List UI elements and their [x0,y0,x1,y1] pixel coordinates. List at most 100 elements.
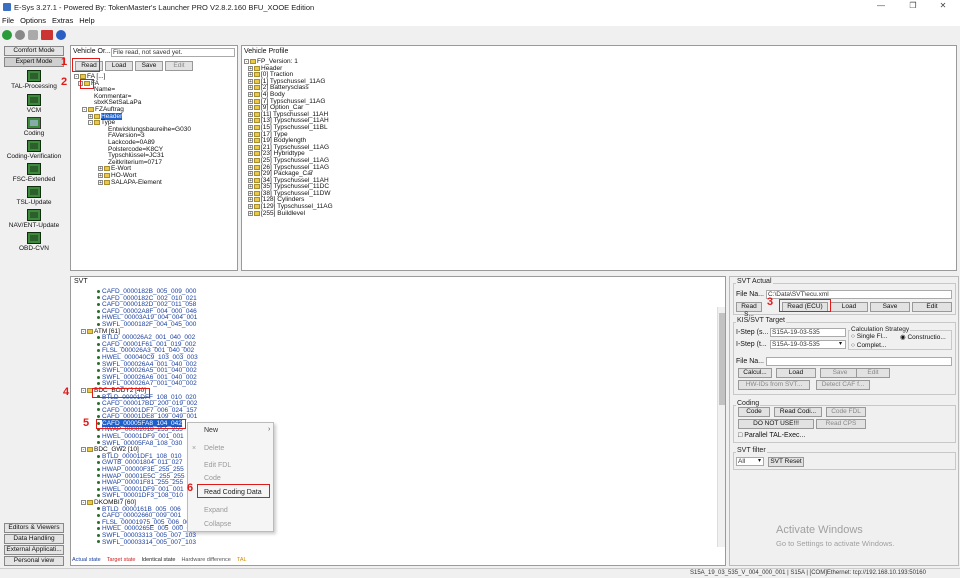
expand-icon[interactable]: + [248,111,253,117]
menu-extras[interactable]: Extras [52,16,73,25]
restore-icon[interactable]: ❐ [898,1,928,10]
load-svt-button[interactable]: Load [830,302,868,312]
profile-item[interactable]: + [15] Typschussel_11BL [244,124,333,132]
context-delete[interactable]: Delete [204,445,224,452]
expand-icon[interactable]: + [248,118,253,124]
context-collapse[interactable]: Collapse [204,521,231,528]
chevron-down-icon[interactable]: ▾ [758,457,761,464]
read-coding-button[interactable]: Read Codi... [774,407,822,417]
calculate-button[interactable]: Calcul... [738,368,772,378]
expand-icon[interactable]: + [248,177,253,183]
profile-item[interactable]: + [255] Buildlevel [244,210,333,218]
sidebar-item-tsl-update[interactable]: TSL-Update [2,186,66,206]
code-button[interactable]: Code [738,407,770,417]
settings-icon[interactable] [28,30,38,40]
expand-icon[interactable]: + [248,105,253,111]
do-not-use-button[interactable]: DO NOT USE!!! [738,419,814,429]
disconnect-icon[interactable] [15,30,25,40]
personal-view-button[interactable]: Personal view [4,556,64,566]
profile-item[interactable]: + [2] Batterysclass [244,85,333,92]
radio-complete[interactable]: ○ Complet... [851,342,886,349]
istep-s-select[interactable]: S15A-19-03-535 [770,328,846,337]
radio-icon[interactable]: ○ [851,333,855,340]
collapse-icon[interactable]: - [81,500,86,506]
expand-icon[interactable]: + [248,190,253,196]
tree-node[interactable]: + SALAPA-Element [74,179,191,187]
expand-icon[interactable]: + [248,124,253,130]
menu-help[interactable]: Help [79,16,94,25]
edit-fa-button[interactable]: Edit [165,61,193,71]
parallel-tal-checkbox[interactable]: □ Parallel TAL-Exec... [738,432,805,439]
menu-file[interactable]: File [2,16,14,25]
checkbox-icon[interactable]: □ [738,432,742,439]
kis-file-input[interactable] [766,357,952,366]
sidebar-item-coding[interactable]: Coding [2,117,66,137]
expand-icon[interactable]: + [98,166,103,172]
load-fa-button[interactable]: Load [105,61,133,71]
collapse-icon[interactable]: - [74,74,79,80]
tree-node[interactable]: + Header [74,112,191,121]
svt-scrollbar[interactable] [717,307,725,547]
expand-icon[interactable]: + [248,91,253,97]
close-icon[interactable]: ✕ [928,1,958,10]
radio-construction[interactable]: ◉ Constructio... [900,333,946,341]
expand-icon[interactable]: + [88,113,93,119]
collapse-icon[interactable]: - [88,120,93,126]
external-applications-button[interactable]: External Applicati... [4,545,64,555]
help-icon[interactable] [56,30,66,40]
radio-single-flash[interactable]: ○ Single Fl... [851,333,887,340]
svt-entry[interactable]: SWFL_00003314_005_007_103 [81,539,198,547]
expand-icon[interactable]: + [248,157,253,163]
expand-icon[interactable]: + [248,210,253,216]
context-code[interactable]: Code [204,475,221,482]
save-kis-button[interactable]: Save [820,368,860,378]
code-fdl-button[interactable]: Code FDL [826,407,866,417]
chevron-down-icon[interactable]: ▾ [839,340,842,347]
svt-actual-file-input[interactable]: C:\Data\SVT\ecu.xml [766,290,952,299]
expand-icon[interactable]: + [248,78,253,84]
expand-icon[interactable]: + [98,179,103,185]
istep-t-select[interactable]: S15A-19-03-535 [770,340,846,349]
expand-icon[interactable]: + [248,164,253,170]
menu-options[interactable]: Options [20,16,46,25]
expand-icon[interactable]: + [248,144,253,150]
sidebar-item-tal-processing[interactable]: TAL-Processing [2,70,66,90]
svt-reset-button[interactable]: SVT Reset [768,457,804,467]
read-svt-button[interactable]: Read S... [736,302,762,318]
collapse-icon[interactable]: - [81,447,86,453]
collapse-icon[interactable]: - [244,59,249,65]
minimize-icon[interactable]: — [866,1,896,10]
data-handling-button[interactable]: Data Handling [4,534,64,544]
editors-viewers-button[interactable]: Editors & Viewers [4,523,64,533]
load-kis-button[interactable]: Load [776,368,816,378]
edit-svt-button[interactable]: Edit [912,302,952,312]
save-svt-button[interactable]: Save [870,302,910,312]
screen-icon[interactable] [41,30,53,40]
radio-icon[interactable]: ○ [851,342,855,349]
sidebar-item-fsc-extended[interactable]: FSC-Extended [2,163,66,183]
expert-mode-button[interactable]: Expert Mode [4,57,64,67]
detect-caf-button[interactable]: Detect CAF f... [816,380,870,390]
sidebar-item-nav-ent-update[interactable]: NAV/ENT-Update [2,209,66,229]
collapse-icon[interactable]: - [81,387,86,393]
expand-icon[interactable]: + [248,138,253,144]
comfort-mode-button[interactable]: Comfort Mode [4,46,64,56]
sidebar-item-coding-verification[interactable]: Coding-Verification [2,140,66,160]
expand-icon[interactable]: + [248,204,253,210]
save-fa-button[interactable]: Save [135,61,163,71]
collapse-icon[interactable]: - [82,106,87,112]
hw-ids-button[interactable]: HW-IDs from SVT... [738,380,810,390]
connect-icon[interactable] [2,30,12,40]
expand-icon[interactable]: + [248,98,253,104]
scrollbar-thumb[interactable] [719,313,725,405]
expand-icon[interactable]: + [98,172,103,178]
expand-icon[interactable]: + [248,151,253,157]
expand-icon[interactable]: + [248,184,253,190]
expand-icon[interactable]: + [248,72,253,78]
expand-icon[interactable]: + [248,171,253,177]
radio-selected-icon[interactable]: ◉ [900,334,906,341]
sidebar-item-vcm[interactable]: VCM [2,94,66,114]
context-expand[interactable]: Expand [204,507,228,514]
expand-icon[interactable]: + [248,85,253,91]
tree-node[interactable]: - FZAuftrag [74,106,191,114]
